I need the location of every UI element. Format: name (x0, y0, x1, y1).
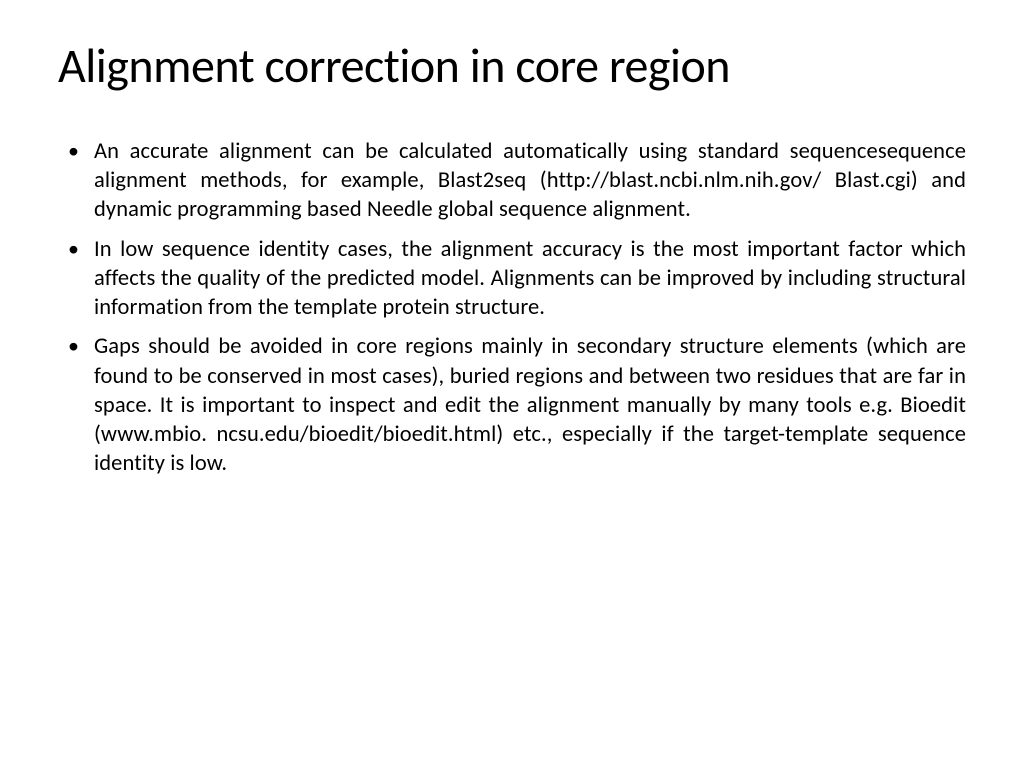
bullet-list: An accurate alignment can be calculated … (58, 137, 966, 479)
list-item: In low sequence identity cases, the alig… (58, 235, 966, 323)
slide-title: Alignment correction in core region (58, 40, 966, 93)
list-item: An accurate alignment can be calculated … (58, 137, 966, 225)
list-item: Gaps should be avoided in core regions m… (58, 332, 966, 478)
